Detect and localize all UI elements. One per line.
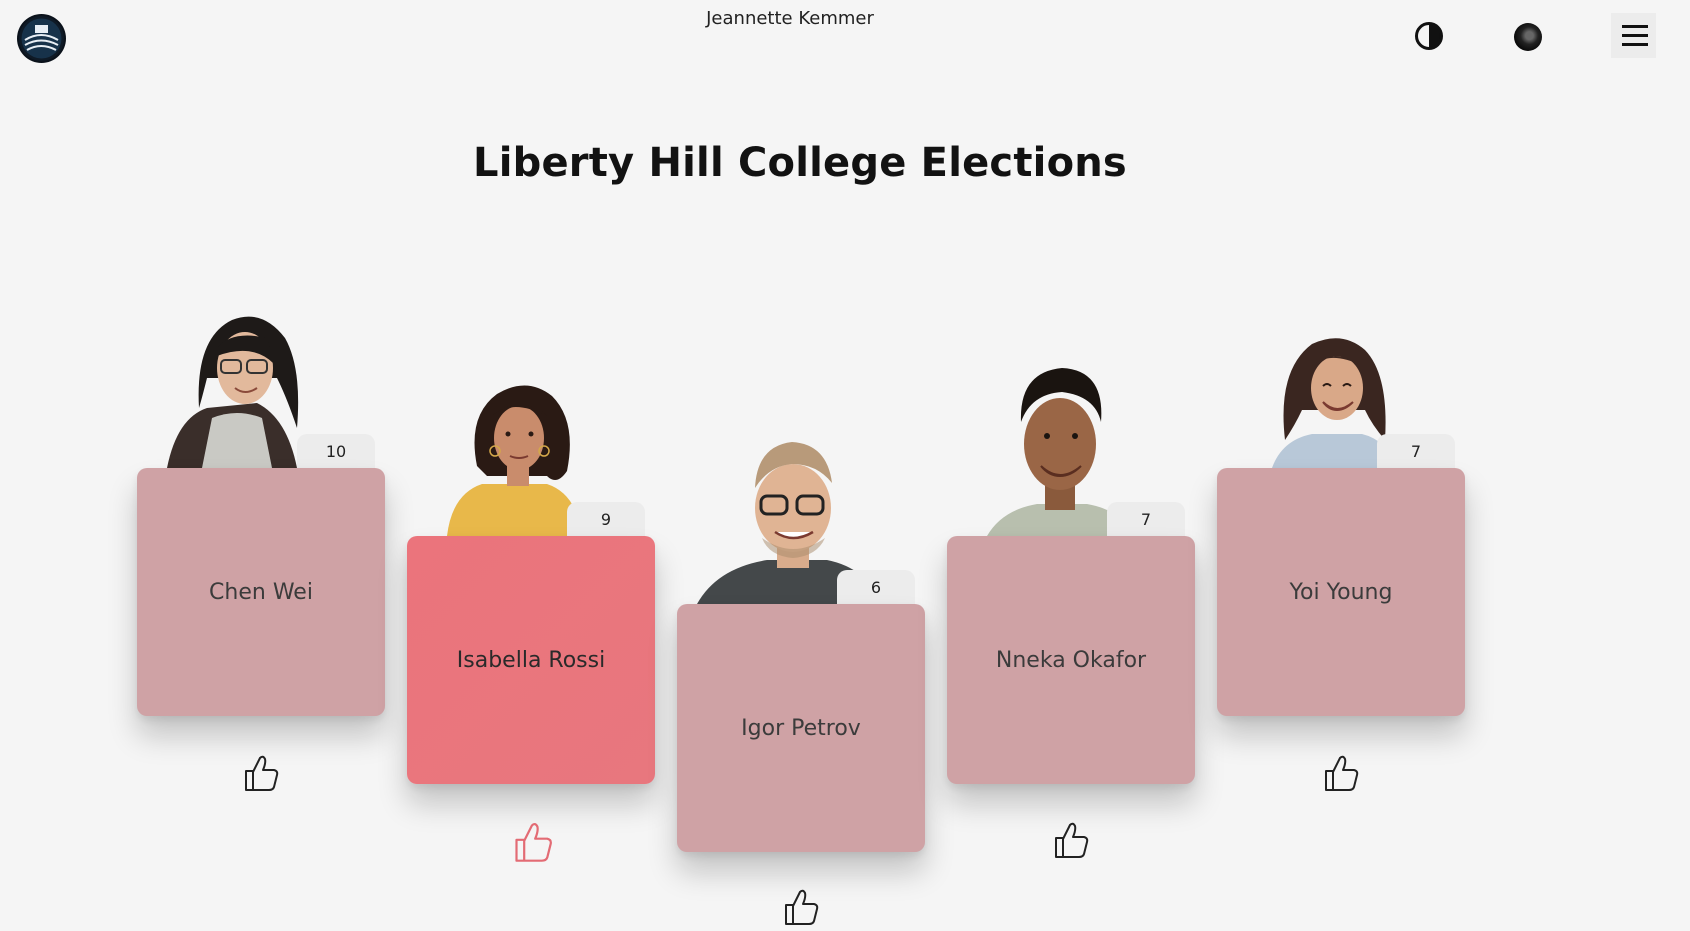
thumbs-up-icon[interactable] — [513, 820, 552, 862]
candidate-igor-petrov: 6 Igor Petrov — [677, 0, 925, 931]
candidate-card[interactable]: Nneka Okafor — [947, 536, 1195, 784]
thumbs-up-icon[interactable] — [783, 887, 819, 927]
user-avatar[interactable] — [1514, 23, 1542, 51]
vote-count: 9 — [567, 502, 645, 536]
candidate-card[interactable]: Yoi Young — [1217, 468, 1465, 716]
vote-count: 7 — [1107, 502, 1185, 536]
candidate-name: Chen Wei — [209, 579, 313, 605]
candidate-yoi-young: 7 Yoi Young — [1217, 0, 1465, 800]
thumbs-up-icon[interactable] — [243, 753, 279, 793]
candidate-isabella-rossi: 9 Isabella Rossi — [407, 0, 655, 870]
candidate-card[interactable]: Igor Petrov — [677, 604, 925, 852]
candidate-name: Igor Petrov — [741, 715, 861, 741]
thumbs-up-icon[interactable] — [1323, 753, 1359, 793]
hamburger-menu-icon[interactable] — [1611, 13, 1656, 58]
candidate-name: Nneka Okafor — [995, 647, 1147, 673]
candidate-name: Yoi Young — [1289, 579, 1393, 605]
candidate-card[interactable]: Isabella Rossi — [407, 536, 655, 784]
thumbs-up-icon[interactable] — [1053, 820, 1089, 860]
candidate-card[interactable]: Chen Wei — [137, 468, 385, 716]
vote-count: 10 — [297, 434, 375, 468]
vote-count: 7 — [1377, 434, 1455, 468]
candidate-chen-wei: 10 Chen Wei — [137, 0, 385, 800]
candidate-name: Isabella Rossi — [456, 647, 606, 673]
vote-count: 6 — [837, 570, 915, 604]
candidate-nneka-okafor: 7 Nneka Okafor — [947, 0, 1195, 870]
